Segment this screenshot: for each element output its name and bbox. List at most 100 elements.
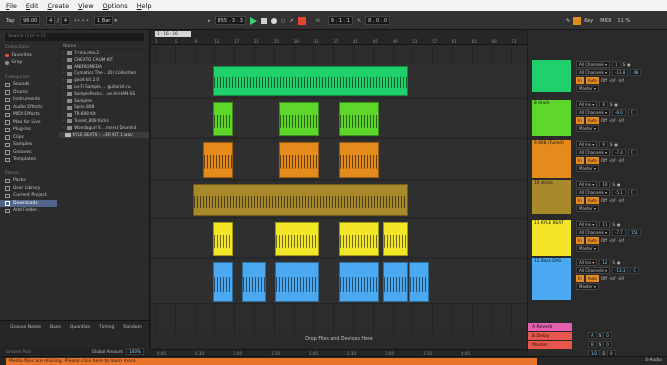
input-type-select[interactable]: All Channels ▾ (576, 60, 611, 68)
session-record-icon[interactable] (297, 16, 306, 25)
audio-clip[interactable] (242, 262, 266, 302)
track-lane[interactable] (151, 140, 527, 180)
track-lane[interactable] (151, 260, 527, 304)
category-grooves[interactable]: Grooves (0, 149, 57, 157)
send-a-knob[interactable]: -inf (609, 238, 616, 243)
output-select[interactable]: Master ▾ (576, 204, 599, 212)
place-current-project[interactable]: Current Project (0, 192, 57, 200)
category-sounds[interactable]: Sounds (0, 81, 57, 89)
solo-button[interactable]: S (612, 222, 615, 227)
file-item[interactable]: › ANDROMEDA (59, 64, 149, 71)
audio-clip[interactable] (275, 222, 319, 256)
input-channel-select[interactable]: All Channels ▾ (576, 266, 611, 274)
monitor-in-button[interactable]: In (576, 116, 584, 124)
input-channel-select[interactable]: All Channels ▾ (576, 148, 611, 156)
track-header[interactable] (532, 60, 571, 92)
return-track[interactable]: A Reverb (528, 323, 572, 331)
monitor-off-button[interactable]: Off (601, 78, 607, 83)
chevron-right-icon[interactable]: › (63, 77, 65, 84)
monitor-off-button[interactable]: Off (601, 118, 607, 123)
ts-numerator[interactable]: 4 (46, 16, 56, 25)
track-name[interactable]: 10 sticks (532, 180, 571, 188)
volume-field[interactable]: -13.8 (612, 68, 629, 76)
chevron-right-icon[interactable]: › (63, 125, 65, 132)
volume-field[interactable]: -7.4 (612, 148, 626, 156)
category-max-for-live[interactable]: Max for Live (0, 119, 57, 127)
chevron-right-icon[interactable]: › (63, 84, 65, 91)
chevron-right-icon[interactable]: › (63, 104, 65, 111)
pan-field[interactable]: C (627, 108, 637, 116)
track-name[interactable]: 9 808 (Tuned) (532, 140, 571, 148)
solo-button[interactable]: S (623, 62, 626, 67)
menu-create[interactable]: Create (48, 2, 70, 10)
automation-arm-icon[interactable]: ↗ (289, 18, 293, 24)
file-item[interactable]: › Cymatics The ...ID) Collection (59, 70, 149, 77)
file-item-selected[interactable]: KYLE BEATS - ...ER KIT 1.wav (59, 131, 149, 139)
arm-button[interactable]: ● (627, 62, 631, 67)
track-name[interactable]: 11 KYLE BEAT (532, 220, 571, 228)
send-a-knob[interactable]: -inf (609, 198, 616, 203)
time-ruler[interactable]: 0:00 0:30 1:00 1:30 2:00 2:30 3:00 3:30 4:00 (151, 349, 527, 356)
category-midi-effects[interactable]: MIDI Effects (0, 111, 57, 119)
chevron-right-icon[interactable]: › (63, 70, 65, 77)
file-item[interactable]: › Lo-Fi Sample ... guitarist.ru (59, 84, 149, 91)
send-b-knob[interactable]: -inf (617, 198, 624, 203)
midi-label[interactable]: MIDI (600, 18, 611, 24)
input-type-select[interactable]: All Ins ▾ (576, 180, 598, 188)
tempo-field[interactable]: 98.00 (20, 16, 41, 25)
volume-field[interactable]: -13.3 (612, 266, 629, 274)
file-item[interactable]: › Wondagurl S ...mers) Drumkit (59, 125, 149, 132)
arm-button[interactable]: ● (617, 260, 621, 265)
file-item[interactable]: › Tuned_808 Kicks (59, 118, 149, 125)
track-lane[interactable] (151, 182, 527, 218)
place-packs[interactable]: Packs (0, 177, 57, 185)
audio-clip[interactable] (193, 184, 408, 216)
output-select[interactable]: Master ▾ (576, 282, 599, 290)
audio-clip[interactable] (279, 142, 319, 178)
track-header[interactable]: 11 KYLE BEAT (532, 220, 571, 256)
send-a-knob[interactable]: -inf (609, 276, 616, 281)
missing-media-warning[interactable]: Media files are missing. Please click he… (6, 358, 537, 365)
overdub-icon[interactable]: ○ (281, 18, 285, 24)
key-map-icon[interactable]: ✎ (566, 18, 570, 24)
output-select[interactable]: Master ▾ (576, 124, 599, 132)
category-plug-ins[interactable]: Plug-Ins (0, 126, 57, 134)
monitor-auto-button[interactable]: Auto (585, 236, 600, 244)
send-b-knob[interactable]: -inf (617, 276, 624, 281)
monitor-auto-button[interactable]: Auto (585, 274, 600, 282)
arm-button[interactable]: ● (614, 102, 618, 107)
pan-field[interactable]: C (627, 188, 637, 196)
chevron-right-icon[interactable]: › (63, 98, 65, 105)
track-name[interactable]: 12 Bass DAS (532, 258, 571, 266)
menu-help[interactable]: Help (137, 2, 152, 10)
pan-field[interactable]: 15L (627, 228, 642, 236)
beat-ruler[interactable]: 1 - 16 - 16 1 5 9 13 17 21 25 29 33 37 41 45 49 53 57 6… (151, 30, 527, 45)
quantize-select[interactable]: 1 Bar (94, 16, 114, 25)
drop-zone[interactable]: Drop Files and Devices Here (151, 330, 527, 350)
audio-clip[interactable] (339, 262, 379, 302)
file-item[interactable]: › CHEXTO CAUM KIT (59, 57, 149, 64)
send-b-knob[interactable]: -inf (617, 118, 624, 123)
monitor-auto-button[interactable]: Auto (585, 196, 600, 204)
monitor-off-button[interactable]: Off (601, 198, 607, 203)
audio-clip[interactable] (279, 102, 319, 136)
category-audio-effects[interactable]: Audio Effects (0, 104, 57, 112)
play-icon[interactable] (249, 16, 257, 25)
file-item[interactable]: › SamplePacks....ve.Hi-HAN-SS (59, 91, 149, 98)
track-lane[interactable] (151, 220, 527, 258)
monitor-in-button[interactable]: In (576, 196, 584, 204)
track-lane[interactable] (151, 100, 527, 138)
position-field[interactable]: 855 . 3 . 3 (214, 16, 246, 25)
chevron-right-icon[interactable]: › (63, 64, 65, 71)
track-header[interactable]: 8 drum (532, 100, 571, 136)
tap-button[interactable]: Tap (6, 16, 14, 25)
audio-clip[interactable] (203, 142, 233, 178)
send-b-knob[interactable]: -inf (617, 158, 624, 163)
category-templates[interactable]: Templates (0, 156, 57, 164)
category-drums[interactable]: Drums (0, 89, 57, 97)
add-folder-button[interactable]: Add Folder... (0, 207, 57, 215)
place-downloads[interactable]: Downloads (0, 199, 57, 207)
pan-field[interactable]: 48 (630, 68, 642, 76)
output-select[interactable]: Master ▾ (576, 164, 599, 172)
collection-gray[interactable]: Gray (0, 59, 57, 67)
